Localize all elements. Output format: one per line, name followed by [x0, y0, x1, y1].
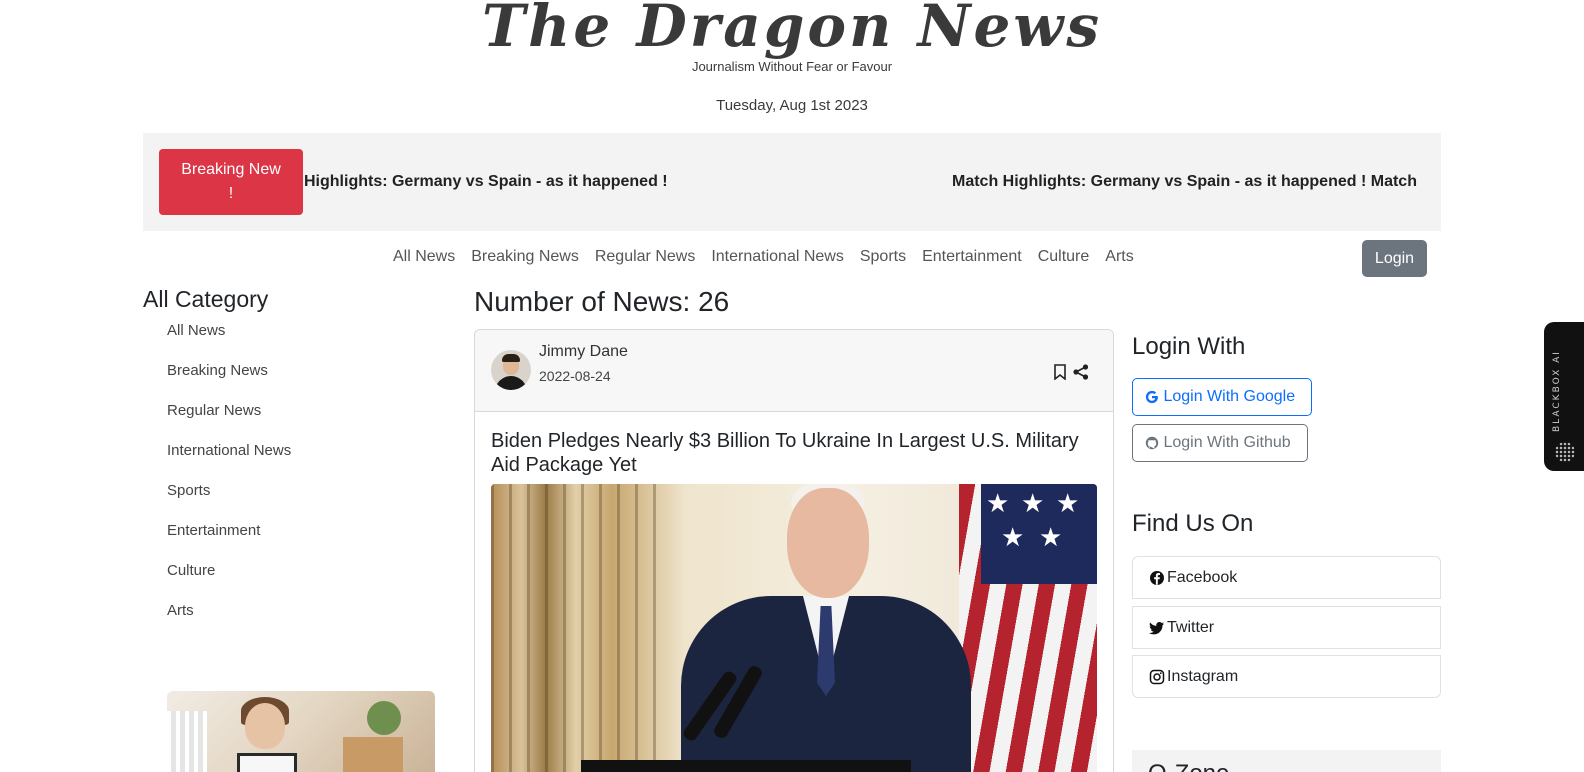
instagram-icon: [1149, 669, 1165, 685]
bookmark-icon[interactable]: [1053, 364, 1067, 380]
category-list: All News Breaking News Regular News Inte…: [143, 319, 443, 639]
news-card: Jimmy Dane 2022-08-24 Biden Pledges Near…: [474, 329, 1114, 772]
news-feed: Number of News: 26 Jimmy Dane 2022-08-24…: [474, 286, 1114, 772]
category-item-sports[interactable]: Sports: [167, 479, 443, 519]
login-github-button[interactable]: Login With Github: [1132, 424, 1308, 462]
cardboard-box-shape: [343, 737, 403, 772]
sidebar-promo-image[interactable]: [167, 691, 435, 772]
instagram-label: Instagram: [1167, 667, 1239, 685]
social-instagram[interactable]: Instagram: [1132, 655, 1441, 698]
category-title: All Category: [143, 286, 269, 312]
social-twitter[interactable]: Twitter: [1132, 606, 1441, 649]
publish-date: 2022-08-24: [539, 368, 611, 384]
google-icon: [1145, 390, 1159, 404]
breaking-news-ticker: Breaking New ! Highlights: Germany vs Sp…: [143, 133, 1441, 231]
facebook-label: Facebook: [1167, 568, 1238, 586]
category-item-arts[interactable]: Arts: [167, 599, 443, 639]
news-card-header: Jimmy Dane 2022-08-24: [475, 330, 1113, 412]
author-avatar: [491, 350, 531, 390]
category-item-all-news[interactable]: All News: [167, 319, 443, 359]
right-sidebar: Login With Login With Google Login With …: [1132, 333, 1441, 772]
category-item-entertainment[interactable]: Entertainment: [167, 519, 443, 559]
plant-shape: [367, 701, 401, 735]
crib-shape: [167, 711, 207, 772]
nav-item-breaking-news[interactable]: Breaking News: [471, 248, 579, 266]
nav-item-entertainment[interactable]: Entertainment: [922, 248, 1022, 266]
nav-item-sports[interactable]: Sports: [860, 248, 906, 266]
category-item-international-news[interactable]: International News: [167, 439, 443, 479]
nav-item-all-news[interactable]: All News: [393, 248, 455, 266]
category-item-regular-news[interactable]: Regular News: [167, 399, 443, 439]
ticker-marquee: Highlights: Germany vs Spain - as it hap…: [304, 171, 1425, 195]
github-icon: [1145, 436, 1159, 450]
news-title[interactable]: Biden Pledges Nearly $3 Billion To Ukrai…: [491, 429, 1101, 477]
blackbox-ai-tab[interactable]: BLACKBOX AI: [1544, 322, 1584, 471]
blackbox-ai-label: BLACKBOX AI: [1552, 350, 1562, 432]
q-zone-section: Q-Zone: [1132, 750, 1441, 772]
login-google-label: Login With Google: [1163, 388, 1296, 405]
login-github-label: Login With Github: [1163, 434, 1291, 451]
news-image[interactable]: ★ ★ ★ ★ ★: [491, 484, 1097, 772]
social-facebook[interactable]: Facebook: [1132, 556, 1441, 599]
nav-item-regular-news[interactable]: Regular News: [595, 248, 695, 266]
main-nav: All News Breaking News Regular News Inte…: [393, 248, 1134, 266]
ticker-item[interactable]: Match Highlights: Germany vs Spain - as …: [952, 173, 1417, 191]
facebook-icon: [1149, 570, 1165, 586]
find-us-title: Find Us On: [1132, 510, 1254, 537]
login-with-title: Login With: [1132, 333, 1246, 360]
category-sidebar: All Category All News Breaking News Regu…: [143, 286, 443, 639]
share-icon[interactable]: [1073, 364, 1089, 380]
login-button[interactable]: Login: [1362, 240, 1427, 277]
nav-item-international-news[interactable]: International News: [711, 248, 844, 266]
ticker-item[interactable]: Highlights: Germany vs Spain - as it hap…: [304, 173, 668, 191]
news-count-title: Number of News: 26: [474, 286, 730, 317]
current-date: Tuesday, Aug 1st 2023: [716, 97, 868, 114]
site-tagline: Journalism Without Fear or Favour: [691, 59, 893, 74]
category-item-breaking-news[interactable]: Breaking News: [167, 359, 443, 399]
nav-item-arts[interactable]: Arts: [1105, 248, 1133, 266]
q-zone-title: Q-Zone: [1148, 760, 1229, 772]
login-google-button[interactable]: Login With Google: [1132, 378, 1312, 416]
category-item-culture[interactable]: Culture: [167, 559, 443, 599]
author-name: Jimmy Dane: [539, 343, 628, 360]
twitter-label: Twitter: [1167, 618, 1215, 636]
child-face-shape: [245, 703, 285, 749]
blackbox-logo-icon: [1555, 442, 1575, 462]
sign-board-shape: [237, 753, 297, 772]
breaking-news-button[interactable]: Breaking New !: [159, 149, 303, 215]
twitter-icon: [1149, 620, 1165, 636]
site-logo: The Dragon News: [482, 0, 1102, 60]
nav-item-culture[interactable]: Culture: [1038, 248, 1090, 266]
